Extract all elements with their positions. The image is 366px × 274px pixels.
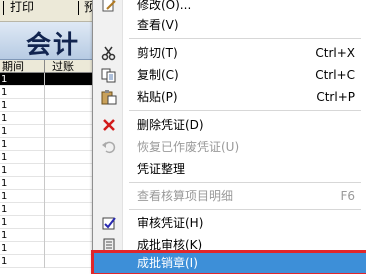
period-cell: 1 — [1, 230, 8, 241]
menu-separator — [129, 38, 361, 39]
toolbar-separator — [78, 1, 79, 15]
table-row[interactable]: 1 — [0, 177, 100, 190]
menu-item-label: 剪切(T) — [137, 46, 178, 60]
menu-separator — [129, 209, 361, 210]
period-cell: 1 — [1, 178, 8, 189]
table-row[interactable]: 1 — [0, 73, 100, 86]
menu-item-copy[interactable]: 复制(C) Ctrl+C — [93, 64, 366, 86]
menu-separator — [129, 182, 361, 183]
grid-rows: 1 1 1 1 1 1 1 1 1 1 1 1 1 1 1 — [0, 73, 100, 268]
menu-item-delete-voucher[interactable]: 删除凭证(D) — [93, 114, 366, 136]
period-cell: 1 — [1, 100, 8, 111]
period-cell: 1 — [1, 87, 8, 98]
menu-item-label: 成批审核(K) — [137, 238, 203, 252]
period-cell: 1 — [1, 243, 8, 254]
menu-item-label: 凭证整理 — [137, 162, 186, 176]
period-cell: 1 — [1, 165, 8, 176]
menu-item-shortcut: Ctrl+P — [316, 90, 355, 104]
edit-icon — [101, 0, 117, 13]
menu-item-label: 修改(O)... — [137, 0, 192, 12]
table-row[interactable]: 1 — [0, 242, 100, 255]
column-header-period[interactable]: 期间 — [2, 60, 24, 73]
menu-item-organize-vouchers[interactable]: 凭证整理 — [93, 158, 366, 180]
period-cell: 1 — [1, 152, 8, 163]
toolbar-separator — [3, 1, 4, 15]
menu-item-shortcut: Ctrl+X — [315, 46, 355, 60]
table-row[interactable]: 1 — [0, 164, 100, 177]
menu-item-view[interactable]: 查看(V) — [93, 14, 366, 36]
period-cell: 1 — [1, 139, 8, 150]
module-banner: 会计 — [0, 22, 100, 60]
menu-item-paste[interactable]: 粘贴(P) Ctrl+P — [93, 86, 366, 108]
approve-icon — [101, 215, 117, 231]
table-row[interactable]: 1 — [0, 151, 100, 164]
menu-item-label: 查看核算项目明细 — [137, 189, 234, 203]
table-row[interactable]: 1 — [0, 255, 100, 268]
toolbar-print-button[interactable]: 打印 — [10, 0, 34, 16]
period-cell: 1 — [1, 204, 8, 215]
table-row[interactable]: 1 — [0, 125, 100, 138]
voucher-grid[interactable]: 期间 过账 1 1 1 1 1 1 1 1 1 1 1 1 1 1 1 — [0, 60, 100, 274]
menu-item-label: 删除凭证(D) — [137, 118, 204, 132]
menu-item-cut[interactable]: 剪切(T) Ctrl+X — [93, 42, 366, 64]
menu-item-view-accounting-details[interactable]: 查看核算项目明细 F6 — [93, 185, 366, 207]
paste-icon — [101, 89, 117, 105]
column-header-posted[interactable]: 过账 — [52, 60, 74, 73]
menu-item-batch-cancel-seal[interactable]: 成批销章(I) — [91, 250, 366, 274]
table-row[interactable]: 1 — [0, 86, 100, 99]
table-row[interactable]: 1 — [0, 138, 100, 151]
menu-item-label: 粘贴(P) — [137, 90, 178, 104]
copy-icon — [101, 67, 117, 83]
menu-separator — [129, 110, 361, 111]
table-row[interactable]: 1 — [0, 229, 100, 242]
table-row[interactable]: 1 — [0, 190, 100, 203]
delete-x-icon — [101, 117, 117, 133]
period-cell: 1 — [1, 126, 8, 137]
scissors-icon — [101, 45, 117, 61]
table-row[interactable]: 1 — [0, 203, 100, 216]
menu-item-shortcut: F6 — [340, 189, 355, 203]
menu-item-label: 复制(C) — [137, 68, 179, 82]
banner-title: 会计 — [26, 30, 81, 59]
period-cell: 1 — [1, 113, 8, 124]
context-menu: 修改(O)... 查看(V) 剪切(T) Ctrl+X 复制(C) Ctrl+C 粘贴(P)… — [91, 0, 366, 274]
menu-item-restore-voided[interactable]: 恢复已作废凭证(U) — [93, 136, 366, 158]
menu-item-label: 查看(V) — [137, 18, 179, 32]
period-cell: 1 — [1, 74, 8, 85]
table-row[interactable]: 1 — [0, 99, 100, 112]
menu-item-label: 恢复已作废凭证(U) — [137, 140, 240, 154]
table-row[interactable]: 1 — [0, 216, 100, 229]
menu-item-label: 成批销章(I) — [137, 256, 198, 270]
period-cell: 1 — [1, 191, 8, 202]
undo-icon — [101, 139, 117, 155]
menu-item-label: 审核凭证(H) — [137, 216, 204, 230]
table-row[interactable]: 1 — [0, 112, 100, 125]
period-cell: 1 — [1, 256, 8, 267]
grid-header: 期间 过账 — [0, 60, 100, 73]
menu-item-shortcut: Ctrl+C — [315, 68, 355, 82]
period-cell: 1 — [1, 217, 8, 228]
menu-item-approve-voucher[interactable]: 审核凭证(H) — [93, 212, 366, 234]
batch-approve-icon — [101, 237, 117, 253]
